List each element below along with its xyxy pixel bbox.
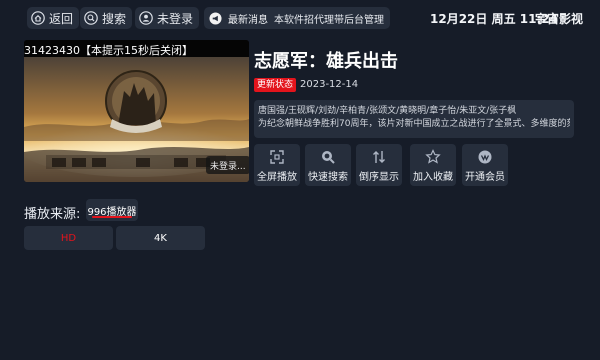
action-label: 快速搜索 [308,172,348,183]
fullscreen-play-button[interactable]: 全屏播放 [254,144,300,186]
quality-label: 4K [154,232,167,244]
home-button[interactable]: 返回 [27,7,80,29]
quality-label: HD [60,232,77,244]
player-message-bar: 31423430【本提示15秒后关闭】 [24,40,249,57]
star-icon [425,149,441,164]
sort-icon [373,151,385,163]
quality-hd-button[interactable]: HD [24,226,113,250]
player-overlay-text: 31423430【本提示15秒后关闭】 [24,44,193,57]
app-brand: 宇宙影视 [535,12,584,26]
status-badge: 更新状态 [254,78,297,92]
news-ticker[interactable]: 最新消息 本软件招代理带后台管理 [204,7,390,29]
megaphone-icon [209,11,222,25]
video-title: 志愿军：雄兵出击 [254,51,398,72]
release-date: 2023-12-14 [300,79,359,90]
quality-4k-button[interactable]: 4K [116,226,205,250]
source-label: 播放来源: [24,207,81,222]
video-player[interactable]: 31423430【本提示15秒后关闭】 未登录... [24,40,249,182]
quick-search-button[interactable]: 快速搜索 [305,144,351,186]
search-icon [322,151,335,164]
top-bar: 返回 搜索 未登录 最新消息 本软件招代理带后台管理 12月22日 周五 11:… [0,0,600,36]
vip-button[interactable]: 开通会员 [462,144,508,186]
user-label: 未登录 [157,11,194,26]
action-label: 全屏播放 [257,172,297,183]
news-text: 本软件招代理带后台管理 [274,14,384,26]
synopsis-text: 为纪念朝鲜战争胜利70周年，该片对新中国成立之战进行了全景式、多维度的刻... [258,119,570,129]
selected-underline [92,216,132,218]
description-box[interactable]: 唐国强/王砚辉/刘劲/辛柏青/张颂文/黄晓明/章子怡/朱亚文/张子枫 为纪念朝鲜… [254,100,574,138]
news-label: 最新消息 [228,14,268,26]
home-icon [31,11,45,25]
user-icon [139,11,153,25]
action-label: 加入收藏 [413,172,453,183]
user-button[interactable]: 未登录 [135,7,200,29]
home-label: 返回 [49,11,74,26]
search-button[interactable]: 搜索 [80,7,133,29]
cast-list: 唐国强/王砚辉/刘劲/辛柏青/张颂文/黄晓明/章子怡/朱亚文/张子枫 [258,106,517,116]
action-label: 开通会员 [465,172,505,183]
source-tab-996[interactable]: 996播放器 [86,199,138,221]
search-icon [84,11,98,25]
vip-icon [478,150,492,164]
add-favorite-button[interactable]: 加入收藏 [410,144,456,186]
fullscreen-icon [270,150,284,164]
action-label: 倒序显示 [359,172,399,183]
reverse-order-button[interactable]: 倒序显示 [356,144,402,186]
login-tip[interactable]: 未登录... [206,156,249,174]
search-label: 搜索 [102,11,127,26]
